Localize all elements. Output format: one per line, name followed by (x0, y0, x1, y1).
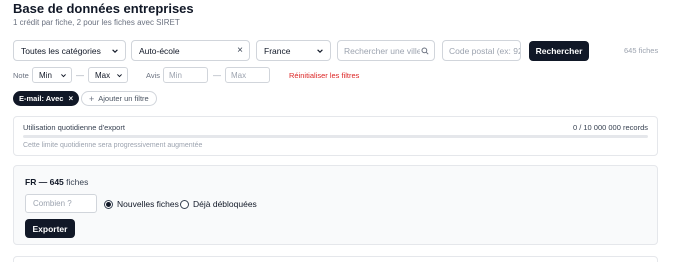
radio-new-records[interactable]: Nouvelles fiches (104, 199, 179, 209)
export-button[interactable]: Exporter (25, 219, 75, 238)
radio-unselected-icon (180, 199, 189, 209)
city-search-input[interactable]: Rechercher une ville... (337, 40, 435, 61)
reviews-max-placeholder: Max (231, 70, 247, 80)
export-heading: FR — 645 fiches (25, 177, 88, 187)
results-table-card (13, 256, 658, 262)
chevron-down-icon (61, 74, 66, 78)
reviews-range-separator: — (213, 71, 221, 80)
radio-unlocked-label: Déjà débloquées (193, 199, 257, 209)
note-label: Note (13, 71, 29, 80)
note-max-value: Max (95, 70, 111, 80)
reviews-min-placeholder: Min (169, 70, 182, 80)
category-select-value: Toutes les catégories (21, 45, 101, 56)
search-icon (421, 47, 429, 55)
reviews-label: Avis (146, 71, 161, 80)
page-title: Base de données entreprises (13, 1, 194, 16)
plus-icon: + (89, 93, 95, 104)
export-count: 645 (49, 177, 64, 187)
radio-selected-icon (104, 199, 113, 209)
page-subtitle: 1 crédit par fiche, 2 pour les fiches av… (13, 18, 180, 27)
search-button[interactable]: Rechercher (529, 41, 589, 61)
postal-code-placeholder: Code postal (ex: 92... (449, 45, 520, 56)
postal-code-input[interactable]: Code postal (ex: 92... (442, 40, 521, 61)
chevron-down-icon (317, 49, 323, 53)
quota-usage: 0 / 10 000 000 records (572, 123, 648, 132)
quota-note: Cette limite quotidienne sera progressiv… (23, 142, 203, 149)
export-card: FR — 645 fiches Combien ? Nouvelles fich… (13, 165, 658, 245)
note-min-select[interactable]: Min (32, 67, 72, 83)
quota-title: Utilisation quotidienne d'export (23, 123, 125, 132)
close-icon[interactable]: × (68, 94, 73, 103)
export-dash: — (38, 177, 48, 187)
category-select[interactable]: Toutes les catégories (13, 40, 126, 61)
add-filter-label: Ajouter un filtre (98, 94, 149, 103)
quota-progress-bar (23, 135, 648, 138)
reviews-min-input[interactable]: Min (163, 67, 208, 83)
email-filter-chip[interactable]: E-mail: Avec × (13, 91, 80, 106)
chevron-down-icon (112, 49, 118, 53)
chevron-down-icon (117, 74, 122, 78)
add-filter-button[interactable]: + Ajouter un filtre (81, 91, 157, 106)
note-max-select[interactable]: Max (88, 67, 128, 83)
radio-unlocked-records[interactable]: Déjà débloquées (180, 199, 257, 209)
result-count: 645 fiches (624, 46, 659, 55)
note-range-separator: — (76, 71, 84, 80)
country-select-value: France (264, 45, 291, 56)
quantity-placeholder: Combien ? (33, 199, 72, 208)
country-select[interactable]: France (256, 40, 331, 61)
quantity-input[interactable]: Combien ? (25, 194, 97, 213)
reviews-max-input[interactable]: Max (225, 67, 270, 83)
city-search-placeholder: Rechercher une ville... (344, 45, 420, 56)
reset-filters-link[interactable]: Réinitialiser les filtres (289, 71, 359, 80)
clear-activity-icon[interactable]: × (237, 45, 243, 56)
note-min-value: Min (39, 70, 52, 80)
export-quota-card: Utilisation quotidienne d'export 0 / 10 … (13, 116, 658, 156)
export-unit: fiches (66, 177, 89, 187)
activity-select-value: Auto-école (139, 45, 180, 56)
email-filter-label: E-mail: Avec (19, 94, 64, 103)
radio-new-label: Nouvelles fiches (117, 199, 179, 209)
export-country-code: FR (25, 177, 37, 187)
activity-select[interactable]: Auto-école × (131, 40, 250, 61)
